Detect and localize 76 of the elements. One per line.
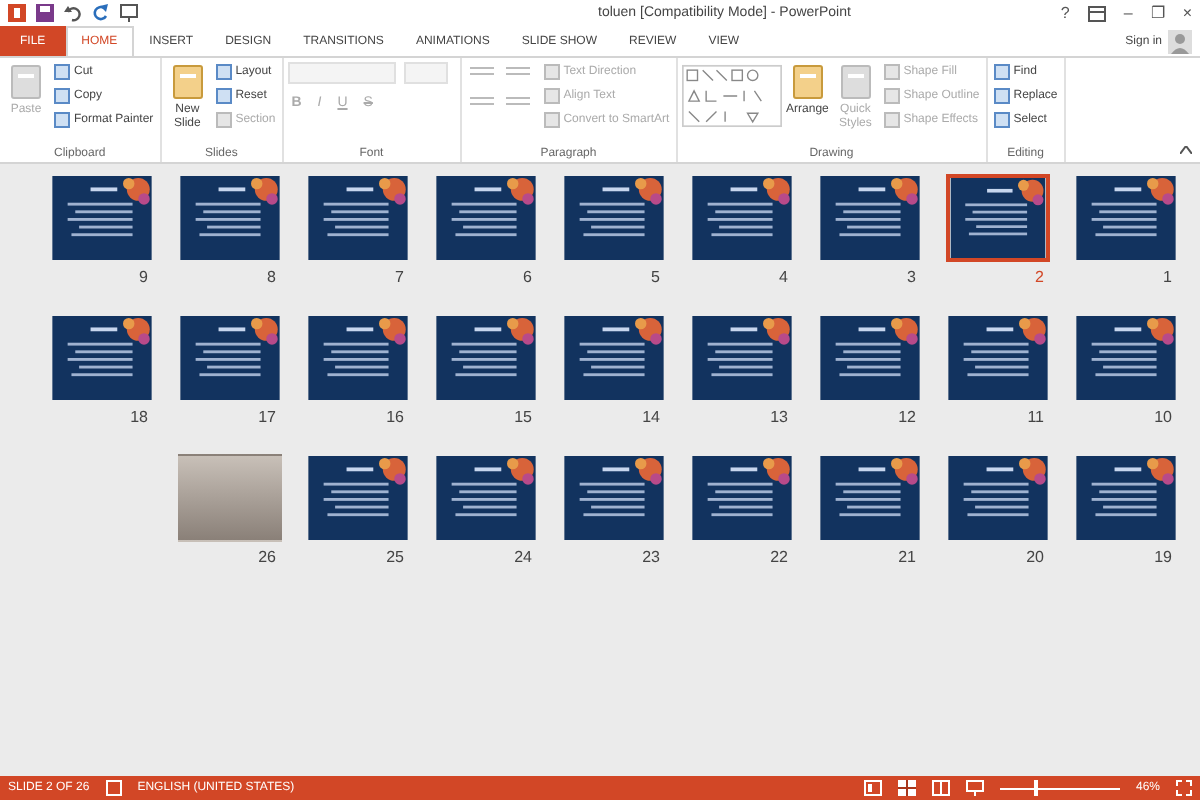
slide-thumbnail[interactable] <box>562 454 666 542</box>
slide-thumbnail[interactable] <box>946 314 1050 402</box>
slide-number: 13 <box>770 408 790 426</box>
presentation-icon[interactable] <box>120 4 138 22</box>
redo-icon[interactable] <box>92 4 110 22</box>
slide-thumbnail[interactable] <box>434 174 538 262</box>
minimize-button[interactable]: – <box>1123 4 1133 22</box>
slide-thumbnail[interactable] <box>306 314 410 402</box>
zoom-slider-thumb[interactable] <box>1033 780 1038 796</box>
slide-thumbnail[interactable] <box>946 454 1050 542</box>
save-icon[interactable] <box>36 4 54 22</box>
slide-thumbnail[interactable] <box>562 174 666 262</box>
slide-number: 5 <box>651 268 662 286</box>
slide-thumbnail[interactable] <box>562 314 666 402</box>
slide-thumbnail[interactable] <box>690 314 794 402</box>
slide-number: 6 <box>523 268 534 286</box>
font-size-field[interactable] <box>403 62 448 84</box>
slide-number: 4 <box>779 268 790 286</box>
slide-thumbnail[interactable] <box>946 174 1050 262</box>
notes-icon[interactable] <box>105 780 122 796</box>
slide-thumbnail[interactable] <box>306 174 410 262</box>
slide-number: 10 <box>1154 408 1174 426</box>
command-icon <box>171 64 204 100</box>
reading-view-icon[interactable] <box>931 780 950 796</box>
slide-number: 18 <box>130 408 150 426</box>
slide-thumbnail[interactable] <box>690 174 794 262</box>
slide-number: 25 <box>386 548 406 566</box>
slide-number: 22 <box>770 548 790 566</box>
slide-thumbnail[interactable] <box>178 174 282 262</box>
avatar-icon[interactable] <box>1168 29 1192 53</box>
normal-view-icon[interactable] <box>863 780 882 796</box>
slide-number: 8 <box>267 268 278 286</box>
slide-number: 1 <box>1163 268 1174 286</box>
shapes-gallery-icon[interactable] <box>681 62 782 130</box>
slide-number: 2 <box>1035 268 1046 286</box>
command-icon <box>791 64 824 100</box>
slide-number: 23 <box>642 548 662 566</box>
command-icon <box>10 64 42 100</box>
slide-sorter-icon[interactable] <box>897 780 916 796</box>
slide-number: 17 <box>258 408 278 426</box>
slide-thumbnail[interactable] <box>1074 314 1178 402</box>
slide-number: 16 <box>386 408 406 426</box>
slide-thumbnail[interactable] <box>1074 454 1178 542</box>
fit-to-window-icon[interactable] <box>1176 780 1192 796</box>
slide-thumbnail[interactable] <box>50 314 154 402</box>
slide-thumbnail[interactable] <box>178 314 282 402</box>
slide-number: 19 <box>1154 548 1174 566</box>
slide-thumbnail[interactable] <box>1074 174 1178 262</box>
collapse-ribbon-icon[interactable] <box>1180 146 1192 154</box>
slide-number: 26 <box>258 548 278 566</box>
slide-number: 20 <box>1026 548 1046 566</box>
slide-number: 21 <box>898 548 918 566</box>
slide-number: 15 <box>514 408 534 426</box>
slideshow-icon[interactable] <box>965 780 984 796</box>
zoom-slider[interactable] <box>999 780 1120 796</box>
close-button[interactable]: × <box>1182 4 1192 22</box>
slide-thumbnail[interactable] <box>306 454 410 542</box>
slide-number: 9 <box>139 268 150 286</box>
command-icon <box>839 64 872 100</box>
slide-thumbnail[interactable] <box>818 314 922 402</box>
maximize-button[interactable]: ❐ <box>1150 4 1165 22</box>
slide-thumbnail[interactable] <box>50 174 154 262</box>
slide-number: 24 <box>514 548 534 566</box>
slide-thumbnail[interactable] <box>818 174 922 262</box>
slide-thumbnail[interactable] <box>690 454 794 542</box>
slide-number: 12 <box>898 408 918 426</box>
slide-thumbnail[interactable] <box>818 454 922 542</box>
ribbon-display-icon[interactable] <box>1087 5 1106 21</box>
slide-number: 3 <box>907 268 918 286</box>
undo-icon[interactable] <box>64 4 82 22</box>
slide-thumbnail[interactable] <box>434 314 538 402</box>
slide-number: 11 <box>1027 408 1046 426</box>
help-button[interactable]: ? <box>1060 4 1070 22</box>
slide-thumbnail[interactable] <box>434 454 538 542</box>
slide-number: 7 <box>395 268 406 286</box>
slide-number: 14 <box>642 408 662 426</box>
